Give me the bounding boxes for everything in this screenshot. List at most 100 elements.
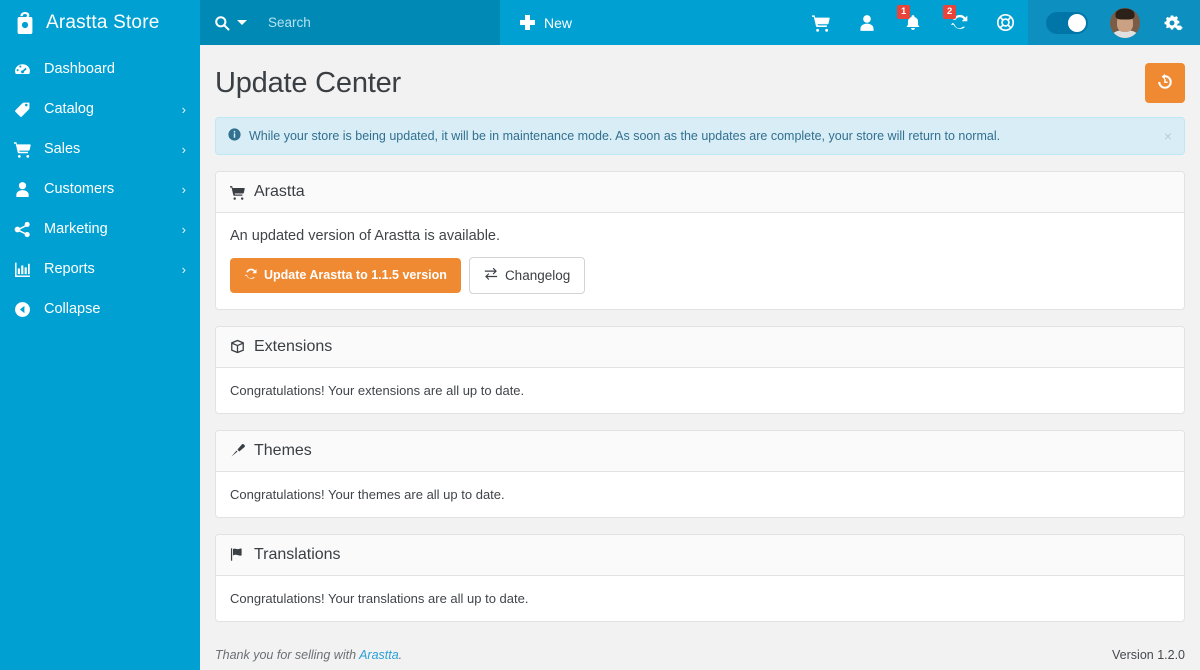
panel-title: Extensions — [254, 337, 333, 355]
cart-icon — [14, 141, 36, 158]
arastta-link[interactable]: Arastta — [359, 648, 399, 662]
chevron-right-icon: › — [181, 101, 186, 117]
updates-refresh-button[interactable]: 2 — [936, 0, 982, 45]
chevron-right-icon: › — [181, 141, 186, 157]
topbar: New 1 2 — [200, 0, 1200, 45]
button-label: Update Arastta to 1.1.5 version — [264, 268, 447, 282]
close-icon[interactable]: × — [1156, 128, 1172, 144]
info-circle-icon — [228, 128, 241, 144]
alert-text: While your store is being updated, it wi… — [249, 129, 1001, 143]
refresh-icon — [244, 268, 257, 284]
refresh-badge: 2 — [943, 5, 957, 19]
panel-body: An updated version of Arastta is availab… — [216, 213, 1184, 309]
new-button[interactable]: New — [500, 0, 593, 45]
brand[interactable]: Arastta Store — [0, 0, 200, 45]
changelog-button[interactable]: Changelog — [468, 257, 586, 294]
panel-arastta: Arastta An updated version of Arastta is… — [215, 171, 1185, 310]
sidebar-item-label: Catalog — [44, 101, 94, 117]
user-icon-button[interactable] — [844, 0, 890, 45]
panel-body: Congratulations! Your translations are a… — [216, 575, 1184, 621]
panel-header: Themes — [216, 430, 1184, 472]
footer-version: Version 1.2.0 — [1112, 647, 1185, 662]
footer-credit: Thank you for selling with Arastta. — [215, 648, 402, 662]
tag-icon — [14, 101, 36, 118]
panel-title: Arastta — [254, 183, 305, 200]
sidebar-item-label: Reports — [44, 261, 95, 277]
panel-header: Arastta — [216, 172, 1184, 213]
search-input[interactable] — [268, 15, 486, 30]
flag-icon — [230, 547, 245, 562]
panel-translations: Translations Congratulations! Your trans… — [215, 533, 1185, 622]
page-header: Update Center — [215, 45, 1185, 117]
topbar-right-zone — [1028, 0, 1200, 45]
panel-message: Congratulations! Your extensions are all… — [230, 382, 525, 398]
sidebar-item-reports[interactable]: Reports › — [0, 249, 200, 289]
update-arastta-button[interactable]: Update Arastta to 1.1.5 version — [230, 257, 461, 293]
sidebar-item-label: Customers — [44, 181, 115, 197]
user-avatar[interactable] — [1110, 7, 1140, 38]
sidebar-item-sales[interactable]: Sales › — [0, 129, 200, 169]
toggle-knob — [1068, 13, 1086, 32]
arrow-circle-left-icon — [14, 301, 36, 318]
panel-extensions: Extensions Congratulations! Your extensi… — [215, 325, 1185, 414]
user-icon — [14, 181, 36, 198]
panel-header: Translations — [216, 534, 1184, 576]
sidebar-item-catalog[interactable]: Catalog › — [0, 89, 200, 129]
sidebar-item-label: Dashboard — [44, 61, 115, 77]
panel-message: Congratulations! Your themes are all up … — [230, 486, 505, 502]
sidebar-item-label: Collapse — [44, 301, 101, 317]
topbar-spacer — [592, 0, 798, 45]
panel-title: Translations — [254, 545, 341, 563]
brand-name: Arastta Store — [46, 11, 160, 33]
bell-badge: 1 — [897, 5, 911, 19]
page-title: Update Center — [215, 66, 402, 99]
settings-cogs-button[interactable] — [1154, 0, 1194, 45]
notifications-bell-button[interactable]: 1 — [890, 0, 936, 45]
search-icon[interactable] — [214, 15, 230, 31]
topbar-icon-group: 1 2 — [798, 0, 1028, 45]
update-history-button[interactable] — [1145, 63, 1185, 103]
sidebar: Arastta Store Dashboard Catalog › Sales … — [0, 0, 200, 670]
search-zone[interactable] — [200, 0, 500, 45]
cart-icon-button[interactable] — [798, 0, 844, 45]
chevron-right-icon: › — [181, 181, 186, 197]
chevron-right-icon: › — [181, 221, 186, 237]
panel-body: Congratulations! Your themes are all up … — [216, 471, 1184, 517]
sidebar-item-customers[interactable]: Customers › — [0, 169, 200, 209]
sidebar-item-dashboard[interactable]: Dashboard — [0, 49, 200, 89]
cube-icon — [230, 339, 245, 354]
maintenance-alert: While your store is being updated, it wi… — [215, 117, 1185, 155]
exchange-icon — [484, 267, 498, 284]
footer-credit-suffix: . — [398, 647, 403, 662]
bar-chart-icon — [14, 261, 36, 278]
sidebar-item-marketing[interactable]: Marketing › — [0, 209, 200, 249]
panel-title: Themes — [254, 441, 312, 459]
sidebar-item-collapse[interactable]: Collapse — [0, 289, 200, 329]
cart-icon — [230, 185, 245, 200]
admin-app: Arastta Store Dashboard Catalog › Sales … — [0, 0, 1200, 670]
panel-lead-text: An updated version of Arastta is availab… — [230, 228, 501, 244]
panel-message: Congratulations! Your translations are a… — [230, 590, 529, 606]
dashboard-gauge-icon — [14, 61, 36, 78]
paintbrush-icon — [230, 443, 245, 458]
store-status-toggle[interactable] — [1046, 11, 1088, 34]
support-lifebuoy-button[interactable] — [982, 0, 1028, 45]
sidebar-nav: Dashboard Catalog › Sales › Customers › … — [0, 49, 200, 329]
history-rotate-left-icon — [1156, 73, 1174, 94]
sidebar-item-label: Sales — [44, 141, 81, 157]
button-label: Changelog — [504, 267, 571, 283]
main-region: New 1 2 — [200, 0, 1200, 670]
chevron-right-icon: › — [181, 261, 186, 277]
footer-credit-prefix: Thank you for selling with — [215, 647, 360, 662]
arastta-bag-logo-icon — [14, 10, 36, 36]
panel-header: Extensions — [216, 326, 1184, 368]
share-icon — [14, 221, 36, 238]
panel-button-row: Update Arastta to 1.1.5 version Changelo… — [230, 257, 1170, 294]
new-button-label: New — [544, 14, 573, 31]
footer: Thank you for selling with Arastta. Vers… — [215, 638, 1185, 670]
panel-body: Congratulations! Your extensions are all… — [216, 367, 1184, 413]
content-area: Update Center While your store is being … — [200, 45, 1200, 670]
plus-icon — [520, 15, 535, 30]
chevron-down-icon[interactable] — [237, 20, 247, 25]
avatar-hair — [1115, 8, 1135, 19]
